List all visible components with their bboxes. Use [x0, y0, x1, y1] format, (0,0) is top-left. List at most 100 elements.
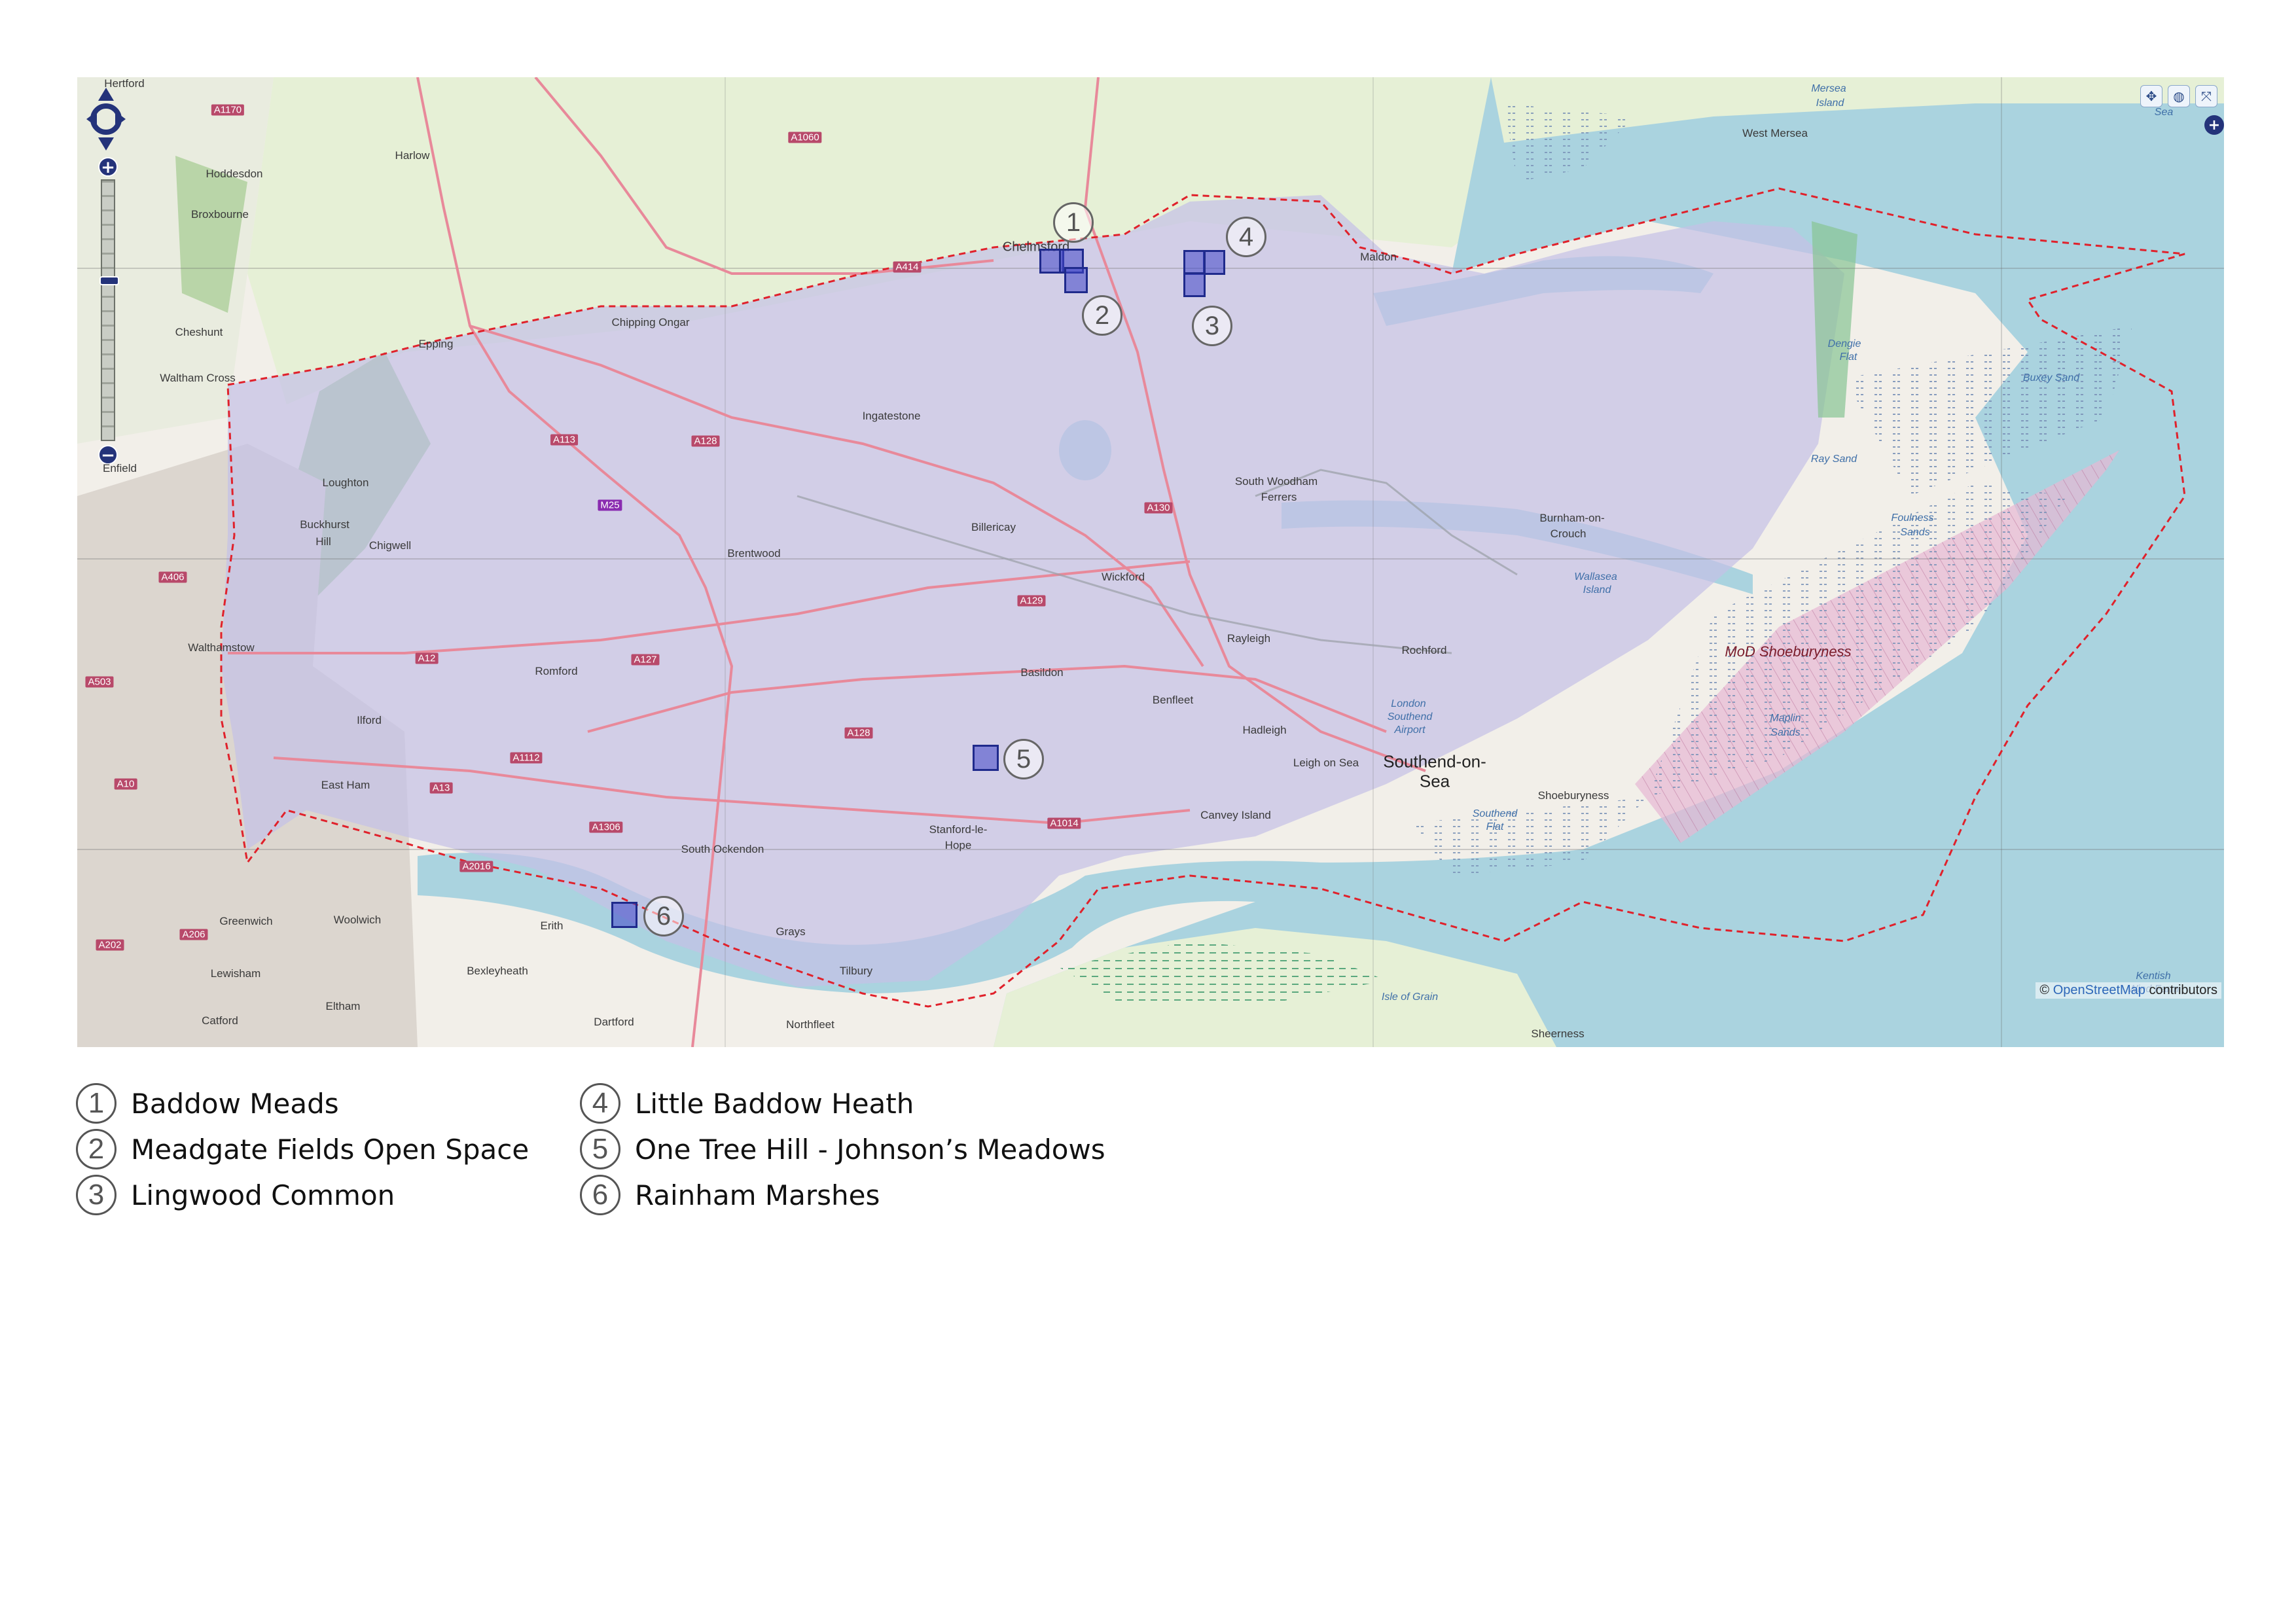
site-boundary[interactable] [1064, 267, 1088, 293]
place-label: Broxbourne [191, 208, 249, 221]
legend-item: 6 Rainham Marshes [580, 1173, 880, 1217]
site-boundary[interactable] [1203, 250, 1225, 275]
layer-controls: ✥ ◍ ⤧ [2140, 85, 2217, 107]
place-label: Canvey Island [1200, 809, 1271, 821]
place-label: Northfleet [786, 1018, 834, 1031]
place-label: Greenwich [219, 915, 273, 927]
place-label: Sheerness [1531, 1027, 1585, 1040]
place-label: Harlow [395, 149, 430, 162]
place-label: Tilbury [839, 965, 873, 977]
place-label: Grays [776, 925, 806, 938]
place-label: Maldon [1360, 251, 1397, 263]
site-boundary[interactable] [1183, 250, 1206, 275]
osm-link[interactable]: OpenStreetMap [2053, 983, 2145, 997]
place-label: Chigwell [368, 539, 412, 552]
legend-item: 4 Little Baddow Heath [580, 1081, 914, 1126]
place-label: Cheshunt [175, 326, 223, 338]
site-number-marker[interactable]: 4 [1226, 217, 1266, 257]
place-label: Southend [1387, 711, 1433, 722]
attribution-text: contributors [2145, 983, 2217, 997]
place-label: Wallasea [1574, 571, 1617, 582]
place-label: Chipping Ongar [611, 316, 690, 329]
place-label: Shoeburyness [1537, 789, 1609, 802]
road-shield: A1060 [788, 132, 822, 143]
globe-icon[interactable]: ◍ [2168, 85, 2190, 107]
place-label: Waltham Cross [160, 372, 236, 384]
zoom-slider[interactable] [99, 179, 119, 441]
place-label: Buxey Sand [2022, 372, 2080, 383]
place-label: Erith [540, 919, 564, 932]
site-boundary[interactable] [1183, 272, 1206, 297]
site-number-marker[interactable]: 6 [643, 896, 684, 936]
road-shield: A113 [550, 434, 578, 446]
place-label: Sands [1770, 727, 1801, 738]
zoom-in-button[interactable]: + [98, 157, 118, 177]
road-shield: A130 [1144, 502, 1173, 514]
place-label: Benfleet [1152, 694, 1194, 706]
place-label: Flat [1486, 821, 1504, 832]
pan-control[interactable] [85, 86, 127, 152]
place-label: Southend [1472, 808, 1518, 819]
place-label: Romford [535, 665, 578, 677]
road-shield: A129 [1017, 595, 1046, 607]
road-shield: A13 [429, 782, 453, 794]
place-label: Isle of Grain [1381, 991, 1439, 1003]
pan-icon[interactable]: ⤧ [2195, 85, 2217, 107]
place-label: Maplin [1770, 713, 1801, 724]
site-number-marker[interactable]: 2 [1082, 295, 1122, 336]
place-label: Dengie [1827, 338, 1861, 349]
site-number-marker[interactable]: 1 [1053, 202, 1094, 243]
place-label: Ray Sand [1810, 454, 1857, 465]
place-label: Crouch [1550, 527, 1587, 540]
zoom-bar[interactable]: + − [98, 157, 119, 465]
road-shield: A128 [691, 435, 720, 447]
legend-item: 5 One Tree Hill - Johnson’s Meadows [580, 1127, 1105, 1171]
place-label: Catford [202, 1014, 238, 1027]
site-boundary[interactable] [973, 745, 999, 771]
place-label: Ilford [357, 714, 382, 726]
place-label: Island [1816, 98, 1844, 109]
site-number-marker[interactable]: 3 [1192, 306, 1232, 346]
place-label: Walthamstow [188, 641, 255, 654]
road-shield: A414 [893, 261, 922, 273]
place-label: Loughton [322, 476, 369, 489]
pan-arrows-icon [86, 88, 126, 151]
copyright-symbol: © [2039, 983, 2050, 997]
map-view[interactable]: + − ✥ ◍ ⤧ + Hertford Harlow Hoddesdon Broxb… [77, 77, 2224, 1047]
road-shield: A10 [114, 778, 137, 790]
site-number-marker[interactable]: 5 [1003, 739, 1044, 779]
road-shield: A128 [844, 727, 873, 739]
road-shield: A1014 [1047, 817, 1081, 829]
place-label: Sea [1419, 771, 1450, 791]
place-label: Ferrers [1261, 491, 1297, 503]
place-label: Hertford [104, 77, 145, 90]
place-label: Rayleigh [1227, 632, 1271, 645]
site-boundary[interactable] [611, 902, 637, 928]
place-label: South Ockendon [681, 843, 764, 855]
place-label: Burnham-on- [1539, 512, 1605, 524]
place-label: South Woodham [1234, 475, 1318, 488]
zoom-slider-handle[interactable] [99, 276, 119, 285]
place-label: Hill [315, 535, 331, 548]
road-shield: A503 [85, 676, 114, 688]
move-icon[interactable]: ✥ [2140, 85, 2162, 107]
road-shield: A2016 [459, 861, 493, 872]
place-label: Sands [1900, 527, 1930, 538]
layer-switcher-button[interactable]: + [2204, 115, 2224, 135]
place-label: Eltham [325, 1000, 361, 1012]
place-label: Foulness [1891, 512, 1934, 524]
place-label: Basildon [1020, 666, 1064, 679]
legend-number: 2 [76, 1129, 117, 1169]
place-label: MoD Shoeburyness [1725, 643, 1852, 660]
place-label: West Mersea [1742, 127, 1808, 139]
place-label: Flat [1839, 351, 1857, 363]
legend-label: Little Baddow Heath [635, 1087, 914, 1120]
legend-label: Baddow Meads [131, 1087, 339, 1120]
place-label: Southend-on- [1383, 751, 1486, 772]
place-label: Kentish [2136, 971, 2171, 982]
place-label: Hope [944, 839, 972, 851]
place-label: Wickford [1101, 571, 1145, 583]
legend-label: Lingwood Common [131, 1179, 395, 1211]
road-shield: M25 [598, 499, 622, 511]
legend-number: 6 [580, 1175, 620, 1215]
